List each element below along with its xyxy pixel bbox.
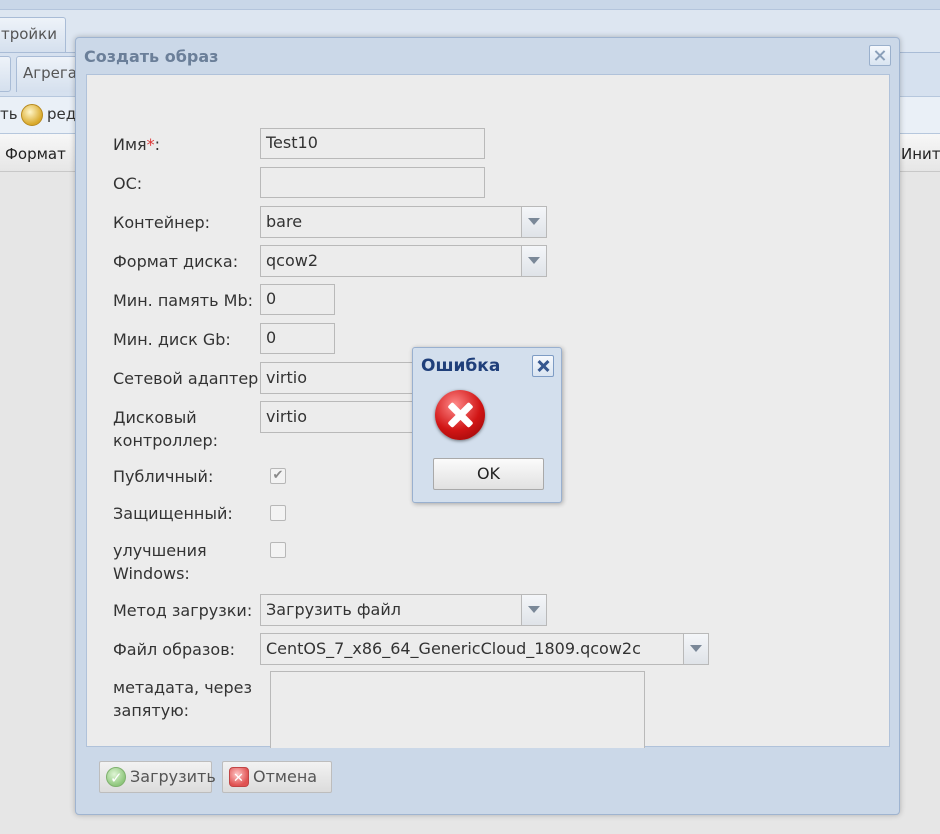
disk-controller-label-line2: контроллер: bbox=[113, 431, 219, 450]
protected-label: Защищенный: bbox=[113, 504, 233, 523]
container-label: Контейнер: bbox=[113, 213, 211, 232]
cancel-button-label: Отмена bbox=[253, 767, 318, 786]
error-ok-button[interactable]: OK bbox=[433, 458, 544, 490]
chevron-down-icon[interactable] bbox=[521, 206, 547, 238]
net-adapter-label: Сетевой адаптер: bbox=[113, 369, 264, 388]
cancel-button[interactable]: Отмена bbox=[222, 761, 332, 794]
upload-button-label: Загрузить bbox=[130, 767, 216, 786]
chevron-down-icon[interactable] bbox=[683, 633, 709, 665]
disk-format-label: Формат диска: bbox=[113, 252, 239, 271]
upload-button[interactable]: Загрузить bbox=[99, 761, 216, 793]
name-label: Имя*: bbox=[113, 133, 160, 156]
windows-enhancements-checkbox[interactable] bbox=[270, 542, 286, 558]
public-checkbox[interactable]: ✔ bbox=[270, 468, 286, 484]
public-label: Публичный: bbox=[113, 467, 214, 486]
required-marker: * bbox=[146, 135, 155, 154]
error-dialog-close-button[interactable] bbox=[532, 355, 554, 377]
error-dialog-title: Ошибка bbox=[421, 356, 501, 376]
check-icon bbox=[106, 763, 126, 793]
windows-enhancements-label-line1: улучшения bbox=[113, 541, 207, 560]
toolbar-button-edit[interactable]: ред bbox=[47, 105, 76, 123]
image-file-select-value[interactable]: CentOS_7_x86_64_GenericCloud_1809.qcow2c bbox=[260, 633, 684, 665]
column-header-format[interactable]: Формат bbox=[5, 145, 66, 163]
app-top-bar bbox=[0, 0, 940, 10]
name-label-colon: : bbox=[154, 135, 161, 154]
tab-settings[interactable]: тройки bbox=[0, 17, 66, 52]
protected-checkbox[interactable] bbox=[270, 505, 286, 521]
chevron-down-icon[interactable] bbox=[521, 245, 547, 277]
windows-enhancements-label-line2: Windows: bbox=[113, 564, 190, 583]
tab-partial[interactable] bbox=[0, 56, 11, 92]
container-select-value[interactable]: bare bbox=[260, 206, 522, 238]
upload-method-select-value[interactable]: Загрузить файл bbox=[260, 594, 522, 626]
metadata-label-line2: запятую: bbox=[113, 701, 190, 720]
name-label-text: Имя bbox=[113, 135, 147, 154]
metadata-textarea[interactable] bbox=[270, 671, 645, 760]
min-disk-input[interactable]: 0 bbox=[260, 323, 335, 354]
column-header-init[interactable]: Инит bbox=[901, 145, 940, 163]
tab-aggregates[interactable]: Агрега bbox=[16, 56, 78, 92]
toolbar-button-create[interactable]: ть bbox=[0, 105, 18, 123]
os-input[interactable] bbox=[260, 167, 485, 198]
cancel-icon bbox=[229, 764, 249, 794]
min-ram-label: Мин. память Mb: bbox=[113, 291, 253, 310]
dialog-title: Создать образ bbox=[84, 47, 219, 66]
min-disk-label: Мин. диск Gb: bbox=[113, 330, 231, 349]
error-icon bbox=[435, 390, 485, 440]
disk-format-select-value[interactable]: qcow2 bbox=[260, 245, 522, 277]
os-label: ОС: bbox=[113, 174, 143, 193]
upload-method-label: Метод загрузки: bbox=[113, 601, 253, 620]
chevron-down-icon[interactable] bbox=[521, 594, 547, 626]
min-ram-input[interactable]: 0 bbox=[260, 284, 335, 315]
edit-icon[interactable] bbox=[21, 104, 43, 126]
error-dialog: Ошибка OK bbox=[412, 347, 562, 503]
metadata-label-line1: метадата, через bbox=[113, 678, 253, 697]
image-file-label: Файл образов: bbox=[113, 640, 236, 659]
name-input[interactable]: Test10 bbox=[260, 128, 485, 159]
disk-controller-label-line1: Дисковый bbox=[113, 408, 197, 427]
dialog-close-button[interactable] bbox=[869, 45, 891, 66]
